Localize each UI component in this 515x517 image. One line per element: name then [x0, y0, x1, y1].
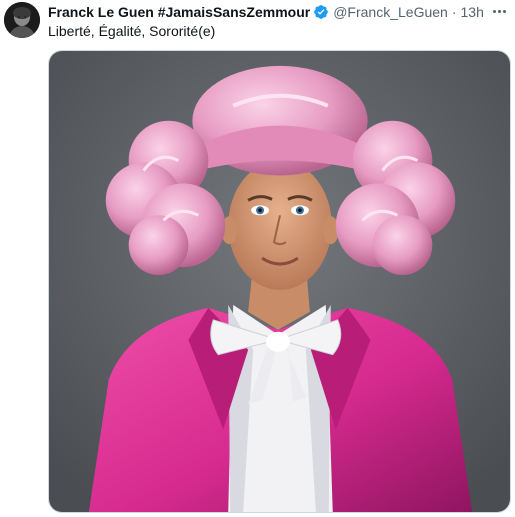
author-handle[interactable]: @Franck_LeGuen: [333, 3, 448, 21]
tweet-timestamp[interactable]: 13h: [461, 3, 484, 21]
verified-badge-icon: [313, 4, 329, 20]
tweet-header: Franck Le Guen #JamaisSansZemmour @Franc…: [48, 3, 485, 21]
more-options-icon[interactable]: [489, 3, 509, 19]
tweet-image[interactable]: [48, 50, 511, 513]
more-dot: [492, 9, 496, 13]
author-name[interactable]: Franck Le Guen #JamaisSansZemmour: [48, 3, 310, 21]
tweet[interactable]: Franck Le Guen #JamaisSansZemmour @Franc…: [0, 0, 515, 517]
more-dot: [497, 9, 501, 13]
more-dot: [502, 9, 506, 13]
separator-dot: ·: [451, 4, 457, 20]
tweet-text: Liberté, Égalité, Sororité(e): [48, 23, 216, 39]
author-avatar[interactable]: [4, 2, 40, 38]
